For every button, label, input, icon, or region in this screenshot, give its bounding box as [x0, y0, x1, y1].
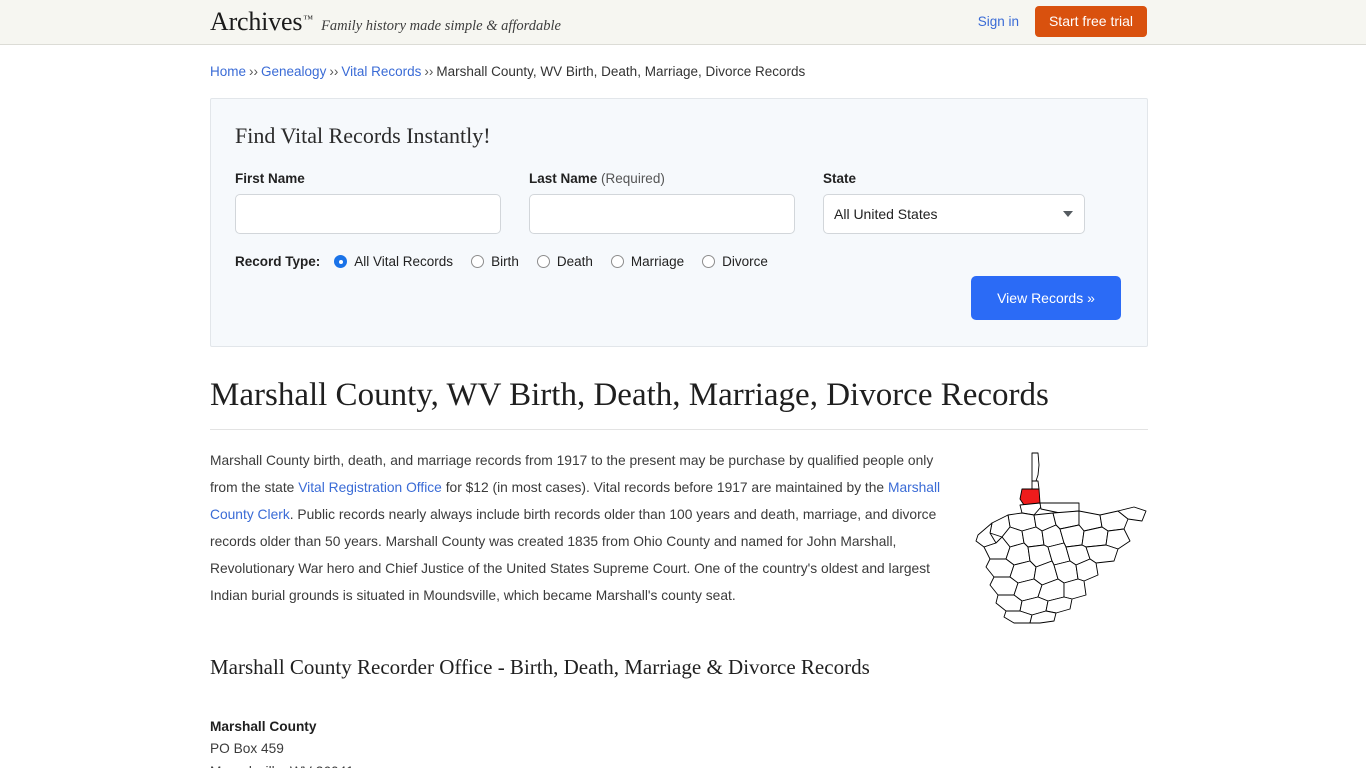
record-type-row: Record Type: All Vital Records Birth Dea… [235, 254, 1123, 269]
header-actions: Sign in Start free trial [978, 6, 1147, 37]
radio-indicator-icon [610, 255, 624, 268]
paragraph-part-3: . Public records nearly always include b… [210, 506, 937, 603]
last-name-label-text: Last Name [529, 171, 598, 186]
breadcrumb-separator: ›› [329, 64, 339, 79]
chevron-down-icon [1063, 211, 1073, 217]
state-select[interactable]: All United States [823, 194, 1085, 234]
article-paragraph: Marshall County birth, death, and marria… [210, 447, 948, 609]
last-name-label: Last Name (Required) [529, 171, 795, 186]
office-name: Marshall County [210, 718, 317, 734]
radio-label: All Vital Records [354, 254, 454, 269]
last-name-input[interactable] [529, 194, 795, 234]
breadcrumb-separator: ›› [424, 64, 434, 79]
radio-indicator-icon [536, 255, 550, 268]
state-select-wrapper: All United States [823, 194, 1085, 234]
recorder-office-subtitle: Marshall County Recorder Office - Birth,… [210, 654, 870, 679]
breadcrumb: Home ›› Genealogy ›› Vital Records ›› Marshall… [210, 63, 1148, 81]
radio-divorce[interactable]: Divorce [702, 254, 768, 269]
brand-logo[interactable]: Archives ™ Family history made simple & a… [210, 7, 561, 37]
radio-label: Death [556, 254, 593, 269]
radio-marriage[interactable]: Marriage [610, 254, 685, 269]
radio-label: Marriage [630, 254, 685, 269]
trademark-icon: ™ [303, 14, 314, 25]
state-label: State [823, 171, 857, 186]
start-free-trial-button[interactable]: Start free trial [1034, 6, 1147, 37]
header-inner: Archives ™ Family history made simple & a… [0, 0, 1366, 44]
page-title: Marshall County, WV Birth, Death, Marria… [210, 377, 1148, 430]
state-field-group: State All United States [823, 171, 1085, 234]
brand-tagline: Family history made simple & affordable [321, 18, 561, 34]
office-address-line-1: PO Box 459 [210, 741, 284, 757]
breadcrumb-item-genealogy[interactable]: Genealogy [261, 64, 326, 79]
vital-registration-office-link[interactable]: Vital Registration Office [298, 480, 442, 495]
radio-indicator-icon [471, 255, 485, 268]
content-column: Home ›› Genealogy ›› Vital Records ›› Marshall… [210, 45, 1148, 768]
west-virginia-map-icon [975, 452, 1147, 624]
radio-all-vital-records[interactable]: All Vital Records [334, 254, 453, 269]
brand-name: Archives [210, 7, 303, 36]
first-name-input[interactable] [235, 194, 501, 234]
radio-death[interactable]: Death [536, 254, 593, 269]
radio-indicator-icon [334, 255, 348, 268]
view-records-button[interactable]: View Records » [971, 276, 1121, 320]
west-virginia-county-map [948, 449, 1158, 629]
first-name-field-group: First Name [235, 171, 501, 234]
search-panel-title: Find Vital Records Instantly! [235, 123, 491, 148]
breadcrumb-item-home[interactable]: Home [210, 64, 246, 79]
record-type-label: Record Type: [235, 254, 321, 269]
article-block: Marshall County birth, death, and marria… [210, 447, 1148, 624]
office-details: Marshall County PO Box 459 Moundsville, … [210, 716, 1148, 768]
last-name-field-group: Last Name (Required) [529, 171, 795, 234]
state-select-value: All United States [834, 206, 938, 222]
first-name-label: First Name [235, 171, 305, 186]
vital-records-search-panel: Find Vital Records Instantly! First Name… [210, 98, 1148, 347]
last-name-required-note: (Required) [601, 171, 665, 186]
paragraph-part-2: for $12 (in most cases). Vital records b… [441, 479, 888, 495]
breadcrumb-item-current: Marshall County, WV Birth, Death, Marria… [436, 64, 806, 79]
breadcrumb-separator: ›› [249, 64, 259, 79]
radio-birth[interactable]: Birth [471, 254, 519, 269]
sign-in-link[interactable]: Sign in [978, 14, 1019, 29]
radio-label: Divorce [722, 254, 768, 269]
site-header: Archives ™ Family history made simple & a… [0, 0, 1366, 45]
radio-label: Birth [491, 254, 519, 269]
breadcrumb-item-vital-records[interactable]: Vital Records [341, 64, 421, 79]
office-address-line-2: Moundsville, WV 26041 [210, 761, 1148, 768]
radio-indicator-icon [702, 255, 716, 268]
search-fields-row: First Name Last Name (Required) State Al… [235, 171, 1123, 234]
